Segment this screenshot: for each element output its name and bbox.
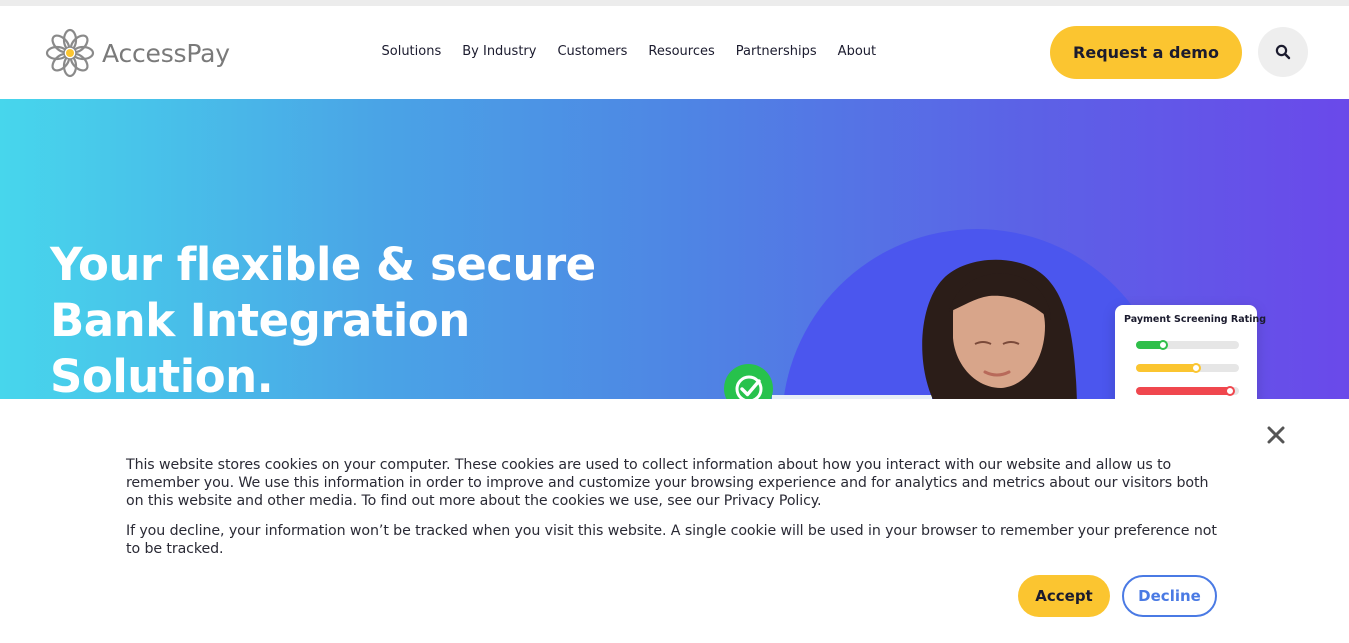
nav-item-by-industry[interactable]: By Industry [452,42,547,62]
hero-person-image [922,259,1077,399]
rating-bar-low [1136,340,1239,350]
rating-bar-knob [1158,340,1168,350]
cookie-close-button[interactable] [1262,421,1290,449]
rating-bar-medium [1136,363,1239,373]
nav-item-resources[interactable]: Resources [638,42,725,62]
payment-screening-rating-card: Payment Screening Rating [1115,305,1266,399]
rating-card-title: Payment Screening Rating [1124,314,1266,325]
flower-logo-icon [45,28,95,78]
cookie-text-decline-info: If you decline, your information won’t b… [126,523,1217,557]
request-demo-button[interactable]: Request a demo [1050,26,1242,79]
accesspay-logo[interactable]: AccessPay [44,26,230,80]
cookie-text-main: This website stores cookies on your comp… [126,457,1209,509]
rating-bar-knob [1191,363,1201,373]
main-nav: Solutions By Industry Customers Resource… [371,42,887,62]
site-header: AccessPay Solutions By Industry Customer… [0,6,1349,99]
search-button[interactable] [1258,27,1308,77]
check-circle-icon [724,364,773,399]
cookie-decline-button[interactable]: Decline [1122,575,1217,617]
rating-bar-high [1136,386,1239,396]
close-icon [1267,426,1285,444]
logo-text: AccessPay [102,38,230,68]
nav-item-partnerships[interactable]: Partnerships [725,42,827,62]
nav-item-customers[interactable]: Customers [547,42,638,62]
cookie-accept-button[interactable]: Accept [1018,575,1110,617]
hero-title: Your flexible & secure Bank Integration … [50,238,596,399]
nav-item-about[interactable]: About [827,42,886,62]
search-icon [1275,44,1291,60]
rating-bar-knob [1225,386,1235,396]
hero-section: Your flexible & secure Bank Integration … [0,99,1349,399]
rating-bar-fill [1136,387,1234,395]
cookie-consent-banner: This website stores cookies on your comp… [0,399,1349,643]
nav-item-solutions[interactable]: Solutions [371,42,452,62]
